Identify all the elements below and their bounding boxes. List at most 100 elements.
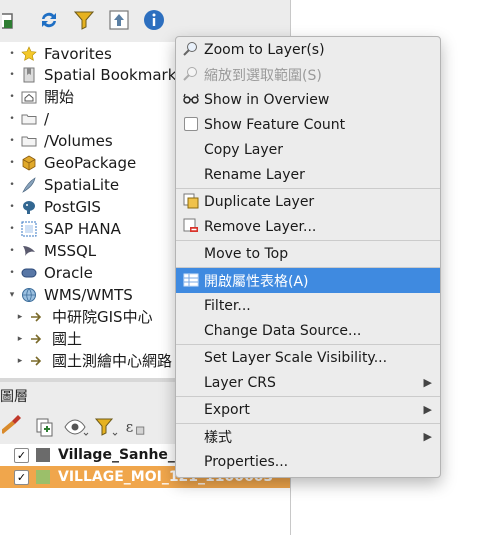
refresh-icon[interactable]: [35, 7, 62, 34]
menu-item-show-in-overview[interactable]: Show in Overview: [176, 87, 440, 112]
expand-caret-icon[interactable]: •: [6, 92, 18, 102]
menu-item-label: Remove Layer...: [204, 218, 317, 235]
database-grid-icon: [20, 220, 38, 238]
folder-icon: [20, 110, 38, 128]
layer-visibility-checkbox[interactable]: ✓: [14, 469, 29, 485]
submenu-arrow-icon: ▶: [423, 430, 432, 443]
menu-item-styles[interactable]: 樣式 ▶: [176, 424, 440, 449]
expand-caret-icon[interactable]: ▸: [14, 334, 26, 344]
service-icon: [28, 352, 46, 370]
filter-legend-icon[interactable]: [93, 414, 120, 441]
menu-item-copy-layer[interactable]: Copy Layer: [176, 137, 440, 162]
expand-caret-icon[interactable]: •: [6, 224, 18, 234]
glasses-icon: [183, 91, 199, 107]
menu-item-label: Properties...: [204, 453, 289, 470]
layers-panel-title: 圖層: [0, 389, 28, 405]
menu-item-zoom-to-layer[interactable]: Zoom to Layer(s): [176, 37, 440, 62]
svg-text:ε: ε: [126, 420, 133, 436]
table-icon: [183, 272, 199, 288]
menu-item-label: Move to Top: [204, 245, 289, 262]
tree-item-label: WMS/WMTS: [44, 285, 133, 304]
menu-item-label: Change Data Source...: [204, 322, 362, 339]
zoom-selection-icon: [183, 66, 199, 82]
oracle-icon: [20, 264, 38, 282]
menu-item-set-scale-visibility[interactable]: Set Layer Scale Visibility...: [176, 345, 440, 370]
layer-symbol-swatch: [36, 470, 50, 484]
zoom-icon: [183, 41, 199, 57]
add-group-icon[interactable]: [31, 414, 58, 441]
tree-item-label: PostGIS: [44, 197, 101, 216]
menu-item-label: Copy Layer: [204, 141, 283, 158]
tree-item-label: Favorites: [44, 44, 112, 63]
menu-item-label: Filter...: [204, 297, 251, 314]
menu-item-label: Show Feature Count: [204, 116, 346, 133]
expand-caret-icon[interactable]: •: [6, 136, 18, 146]
expand-caret-icon[interactable]: •: [6, 202, 18, 212]
tree-item-label: SAP HANA: [44, 219, 121, 238]
bookmark-icon: [20, 66, 38, 84]
menu-item-export[interactable]: Export ▶: [176, 397, 440, 422]
submenu-arrow-icon: ▶: [423, 376, 432, 389]
tree-item-label: Spatial Bookmarks: [44, 65, 185, 84]
menu-item-move-to-top[interactable]: Move to Top: [176, 241, 440, 266]
expand-caret-icon[interactable]: •: [6, 114, 18, 124]
info-icon[interactable]: [140, 7, 167, 34]
globe-icon: [20, 286, 38, 304]
browser-toolbar: [0, 0, 290, 40]
menu-item-label: Export: [204, 401, 250, 418]
menu-item-filter[interactable]: Filter...: [176, 293, 440, 318]
layer-name: Village_Sanhe_1: [58, 447, 185, 463]
expand-caret-icon[interactable]: •: [6, 268, 18, 278]
menu-item-layer-crs[interactable]: Layer CRS ▶: [176, 370, 440, 395]
expand-caret-icon[interactable]: •: [6, 246, 18, 256]
menu-item-zoom-to-selection[interactable]: 縮放到選取範圍(S): [176, 62, 440, 87]
expand-caret-icon[interactable]: •: [6, 180, 18, 190]
menu-item-label: Show in Overview: [204, 91, 330, 108]
visibility-eye-icon[interactable]: [62, 414, 89, 441]
geopackage-icon: [20, 154, 38, 172]
expand-caret-icon[interactable]: •: [6, 70, 18, 80]
menu-item-duplicate-layer[interactable]: Duplicate Layer: [176, 189, 440, 214]
duplicate-icon: [183, 193, 199, 209]
filter-icon[interactable]: [70, 7, 97, 34]
tree-item-label: 國土測繪中心網路: [52, 352, 173, 370]
expand-caret-icon[interactable]: •: [6, 158, 18, 168]
layer-context-menu: Zoom to Layer(s) 縮放到選取範圍(S) Show in Over…: [175, 36, 441, 478]
service-icon: [28, 330, 46, 348]
layer-symbol-swatch: [36, 448, 50, 462]
menu-item-label: Zoom to Layer(s): [204, 41, 325, 58]
tree-item-label: MSSQL: [44, 241, 97, 260]
submenu-arrow-icon: ▶: [423, 403, 432, 416]
menu-item-label: 縮放到選取範圍(S): [204, 67, 322, 84]
tree-item-label: 中研院GIS中心: [52, 308, 153, 326]
menu-item-label: 樣式: [204, 429, 232, 446]
folder-icon: [20, 132, 38, 150]
collapse-all-icon[interactable]: [105, 7, 132, 34]
menu-item-properties[interactable]: Properties...: [176, 449, 440, 474]
menu-item-remove-layer[interactable]: Remove Layer...: [176, 214, 440, 239]
style-brush-icon[interactable]: [0, 414, 27, 441]
menu-item-show-feature-count[interactable]: Show Feature Count: [176, 112, 440, 137]
layer-visibility-checkbox[interactable]: ✓: [14, 447, 29, 463]
menu-item-label: Duplicate Layer: [204, 193, 315, 210]
checkbox-icon[interactable]: [183, 116, 199, 132]
add-layer-icon[interactable]: [0, 7, 27, 34]
expand-caret-icon[interactable]: ▾: [6, 290, 18, 300]
tree-item-label: SpatiaLite: [44, 175, 120, 194]
tree-item-label: /Volumes: [44, 131, 113, 150]
star-icon: [20, 45, 38, 63]
tree-item-label: /: [44, 109, 50, 128]
expand-caret-icon[interactable]: •: [6, 49, 18, 59]
menu-item-label: Set Layer Scale Visibility...: [204, 349, 388, 366]
tree-item-label: 開始: [44, 88, 75, 106]
menu-item-label: Layer CRS: [204, 374, 276, 391]
menu-item-rename-layer[interactable]: Rename Layer: [176, 162, 440, 187]
service-icon: [28, 308, 46, 326]
menu-item-change-data-source[interactable]: Change Data Source...: [176, 318, 440, 343]
expand-caret-icon[interactable]: ▸: [14, 356, 26, 366]
tree-item-label: GeoPackage: [44, 153, 137, 172]
menu-item-open-attribute-table[interactable]: 開啟屬性表格(A): [176, 268, 440, 293]
tree-item-label: Oracle: [44, 263, 93, 282]
expression-filter-icon[interactable]: ε: [124, 414, 151, 441]
expand-caret-icon[interactable]: ▸: [14, 312, 26, 322]
